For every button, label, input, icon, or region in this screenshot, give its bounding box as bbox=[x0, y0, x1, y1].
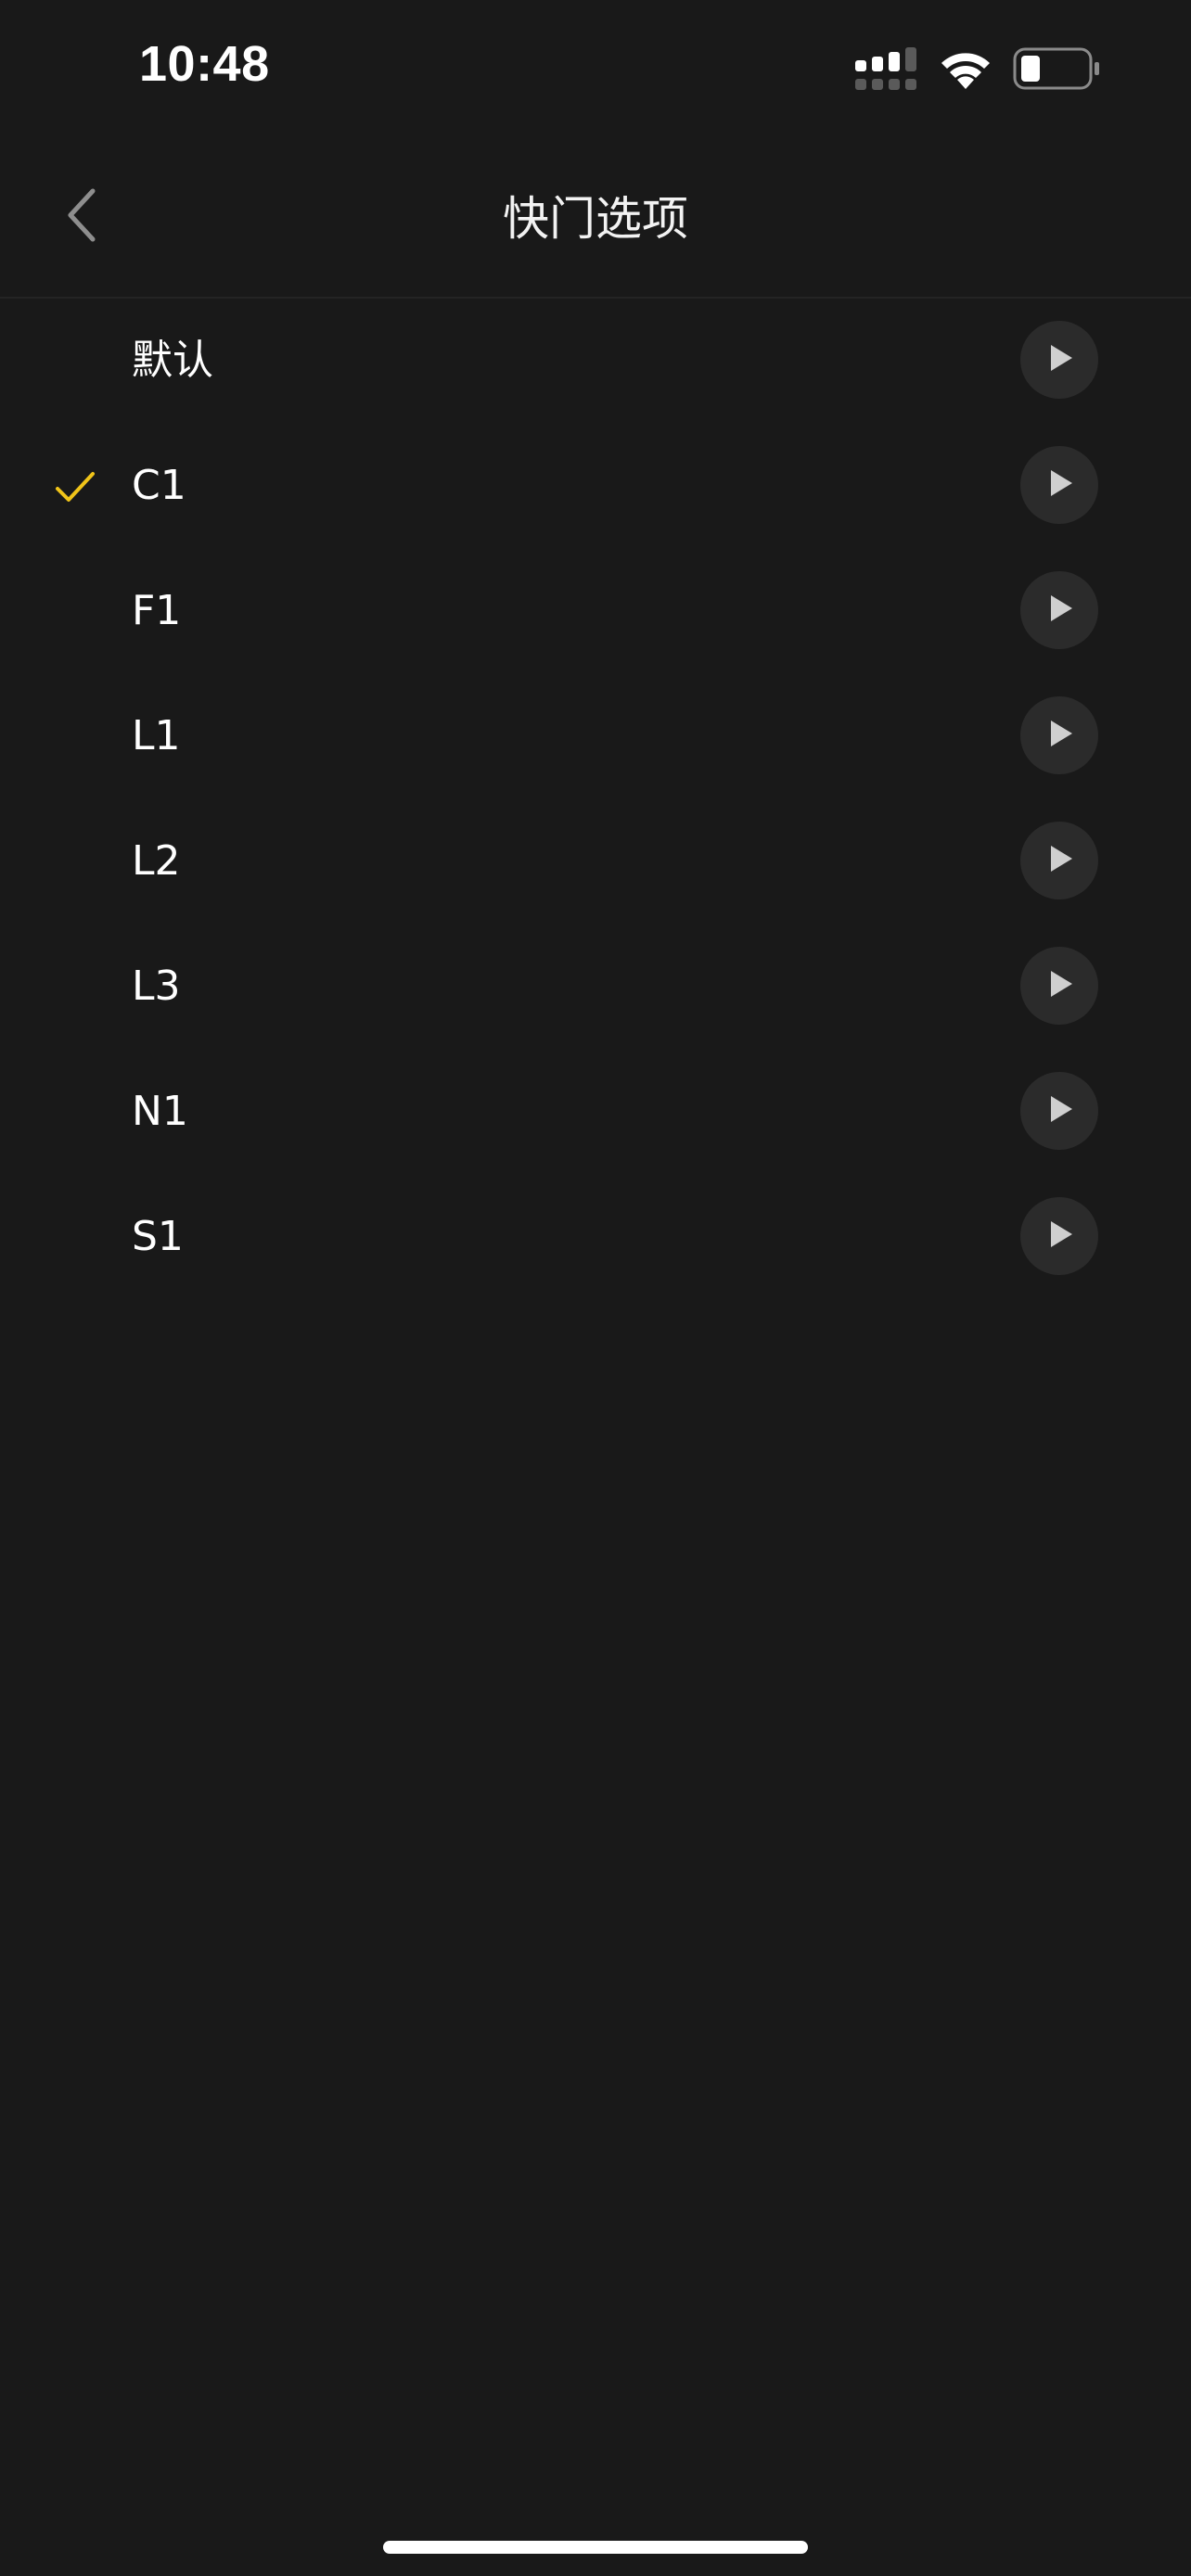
option-row-n1[interactable]: N1 bbox=[0, 1049, 1191, 1174]
status-bar: 10:48 bbox=[0, 0, 1191, 139]
play-button[interactable] bbox=[1020, 1197, 1098, 1275]
play-button[interactable] bbox=[1020, 446, 1098, 524]
play-button[interactable] bbox=[1020, 947, 1098, 1025]
option-label: N1 bbox=[132, 1088, 188, 1135]
cellular-signal-icon bbox=[855, 47, 918, 94]
option-label: F1 bbox=[132, 587, 182, 634]
option-label: 默认 bbox=[132, 337, 213, 384]
play-icon bbox=[1044, 593, 1075, 628]
play-button[interactable] bbox=[1020, 571, 1098, 649]
battery-icon bbox=[1013, 47, 1102, 94]
play-icon bbox=[1044, 342, 1075, 377]
option-row-s1[interactable]: S1 bbox=[0, 1174, 1191, 1299]
status-time: 10:48 bbox=[139, 36, 270, 92]
option-row-l3[interactable]: L3 bbox=[0, 924, 1191, 1049]
play-button[interactable] bbox=[1020, 1072, 1098, 1150]
checkmark-icon bbox=[52, 465, 98, 511]
play-button[interactable] bbox=[1020, 822, 1098, 899]
home-indicator[interactable] bbox=[383, 2541, 808, 2554]
option-row-f1[interactable]: F1 bbox=[0, 548, 1191, 673]
status-icons bbox=[855, 45, 1102, 96]
option-row-default[interactable]: 默认 bbox=[0, 298, 1191, 423]
option-label: C1 bbox=[132, 462, 186, 509]
option-label: S1 bbox=[132, 1213, 184, 1260]
play-icon bbox=[1044, 467, 1075, 503]
play-icon bbox=[1044, 1218, 1075, 1254]
play-icon bbox=[1044, 1093, 1075, 1129]
option-label: L1 bbox=[132, 712, 181, 759]
play-icon bbox=[1044, 843, 1075, 878]
option-label: L3 bbox=[132, 963, 181, 1010]
play-button[interactable] bbox=[1020, 696, 1098, 774]
play-icon bbox=[1044, 718, 1075, 753]
option-row-l1[interactable]: L1 bbox=[0, 673, 1191, 798]
page-title: 快门选项 bbox=[503, 192, 688, 246]
shutter-option-list: 默认 C1 F1 L1 L2 L3 N1 S1 bbox=[0, 298, 1191, 1299]
play-icon bbox=[1044, 968, 1075, 1003]
option-row-c1[interactable]: C1 bbox=[0, 423, 1191, 548]
option-row-l2[interactable]: L2 bbox=[0, 798, 1191, 924]
navigation-bar: 快门选项 bbox=[0, 139, 1191, 299]
option-label: L2 bbox=[132, 837, 181, 885]
wifi-icon bbox=[939, 48, 992, 93]
play-button[interactable] bbox=[1020, 321, 1098, 399]
